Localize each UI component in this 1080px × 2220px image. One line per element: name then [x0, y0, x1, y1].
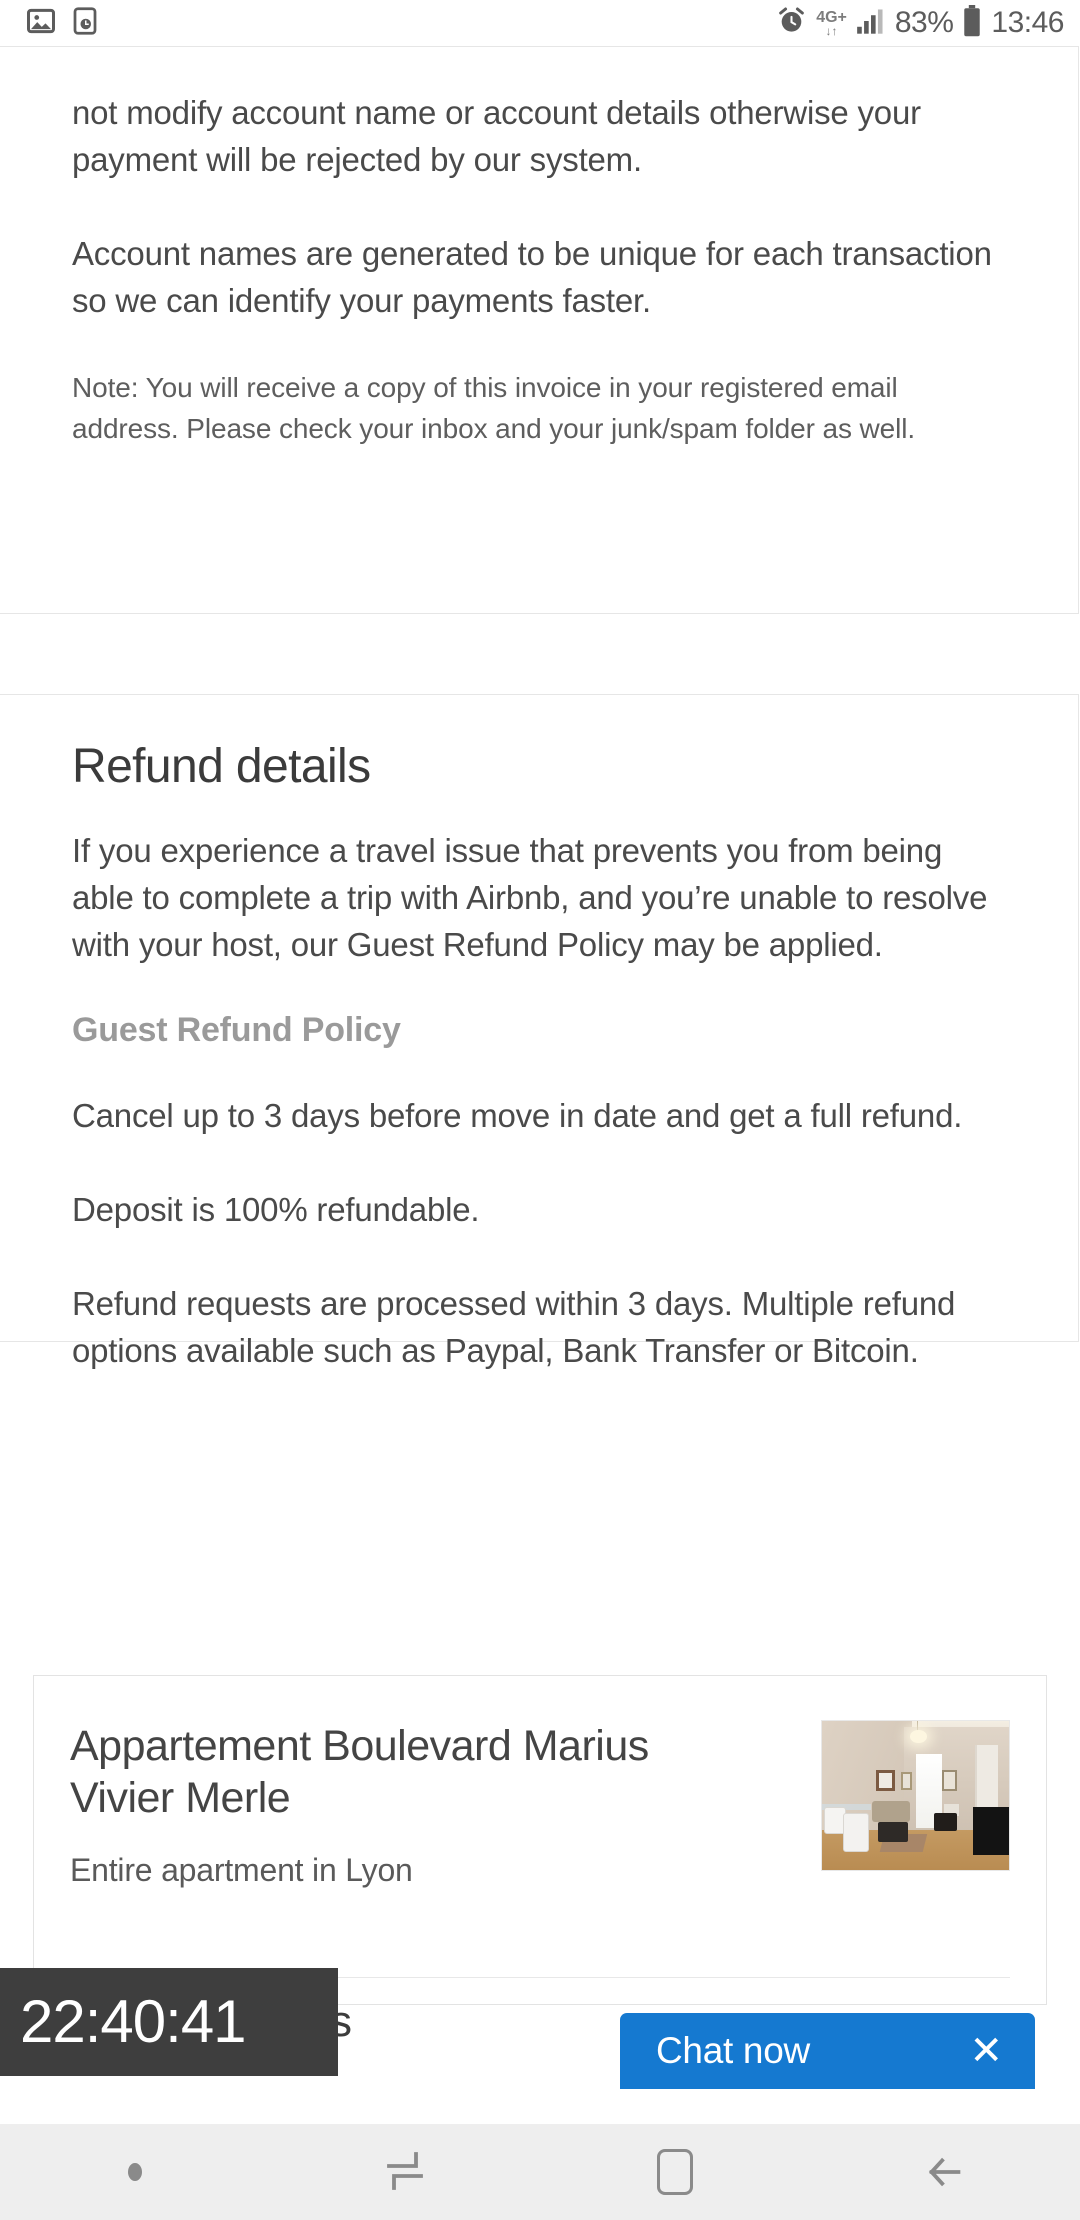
apartment-living-room-photo	[821, 1720, 1010, 1871]
home-icon[interactable]	[540, 2149, 810, 2195]
payment-note-paragraph-2: Account names are generated to be unique…	[72, 230, 1006, 324]
assistant-dot-icon[interactable]	[0, 2163, 270, 2181]
status-bar-left-icons	[26, 6, 100, 41]
alarm-icon	[776, 5, 807, 41]
listing-card[interactable]: Appartement Boulevard Marius Vivier Merl…	[33, 1675, 1047, 2005]
refund-details-title: Refund details	[72, 743, 1006, 791]
refund-policy-point-2: Deposit is 100% refundable.	[72, 1186, 1006, 1233]
battery-percent-label: 83%	[895, 8, 954, 38]
network-type-indicator: 4G+ ↓↑	[816, 10, 847, 37]
payment-notes-card: not modify account name or account detai…	[0, 46, 1079, 614]
guest-refund-policy-heading: Guest Refund Policy	[72, 1013, 1006, 1047]
screen-record-icon	[70, 6, 100, 41]
close-icon[interactable]: ✕	[969, 2031, 1003, 2071]
listing-text-block: Appartement Boulevard Marius Vivier Merl…	[70, 1720, 670, 1889]
card-gap-1	[0, 614, 1080, 694]
listing-title: Appartement Boulevard Marius Vivier Merl…	[70, 1720, 670, 1824]
status-bar-right-icons: 4G+ ↓↑ 83% 13:46	[776, 5, 1064, 42]
network-arrows-icon: ↓↑	[826, 25, 838, 37]
back-icon[interactable]	[810, 2149, 1080, 2195]
countdown-timer-value: 22:40:41	[20, 1992, 246, 2052]
page-scroll-content[interactable]: not modify account name or account detai…	[0, 46, 1080, 2124]
countdown-timer-overlay: 22:40:41	[0, 1968, 338, 2076]
payment-note-paragraph-1: not modify account name or account detai…	[72, 89, 1006, 183]
refund-policy-point-1: Cancel up to 3 days before move in date …	[72, 1092, 1006, 1139]
status-bar: 4G+ ↓↑ 83% 13:46	[0, 0, 1080, 46]
chat-now-label: Chat now	[656, 2030, 810, 2072]
chat-now-bar[interactable]: Chat now ✕	[620, 2013, 1035, 2089]
refund-details-card: Refund details If you experience a trave…	[0, 694, 1079, 1342]
refund-intro-paragraph: If you experience a travel issue that pr…	[72, 827, 1006, 968]
recents-icon[interactable]	[270, 2148, 540, 2196]
timer-suffix-label: s	[330, 1968, 390, 2076]
image-icon	[26, 6, 56, 41]
listing-row: Appartement Boulevard Marius Vivier Merl…	[34, 1676, 1046, 1889]
battery-icon	[962, 5, 982, 42]
payment-note-footnote: Note: You will receive a copy of this in…	[72, 367, 1006, 449]
signal-bars-icon	[856, 8, 886, 39]
status-clock: 13:46	[991, 8, 1064, 38]
refund-policy-point-3: Refund requests are processed within 3 d…	[72, 1280, 1006, 1374]
android-navigation-bar	[0, 2124, 1080, 2220]
listing-subtitle: Entire apartment in Lyon	[70, 1852, 670, 1889]
